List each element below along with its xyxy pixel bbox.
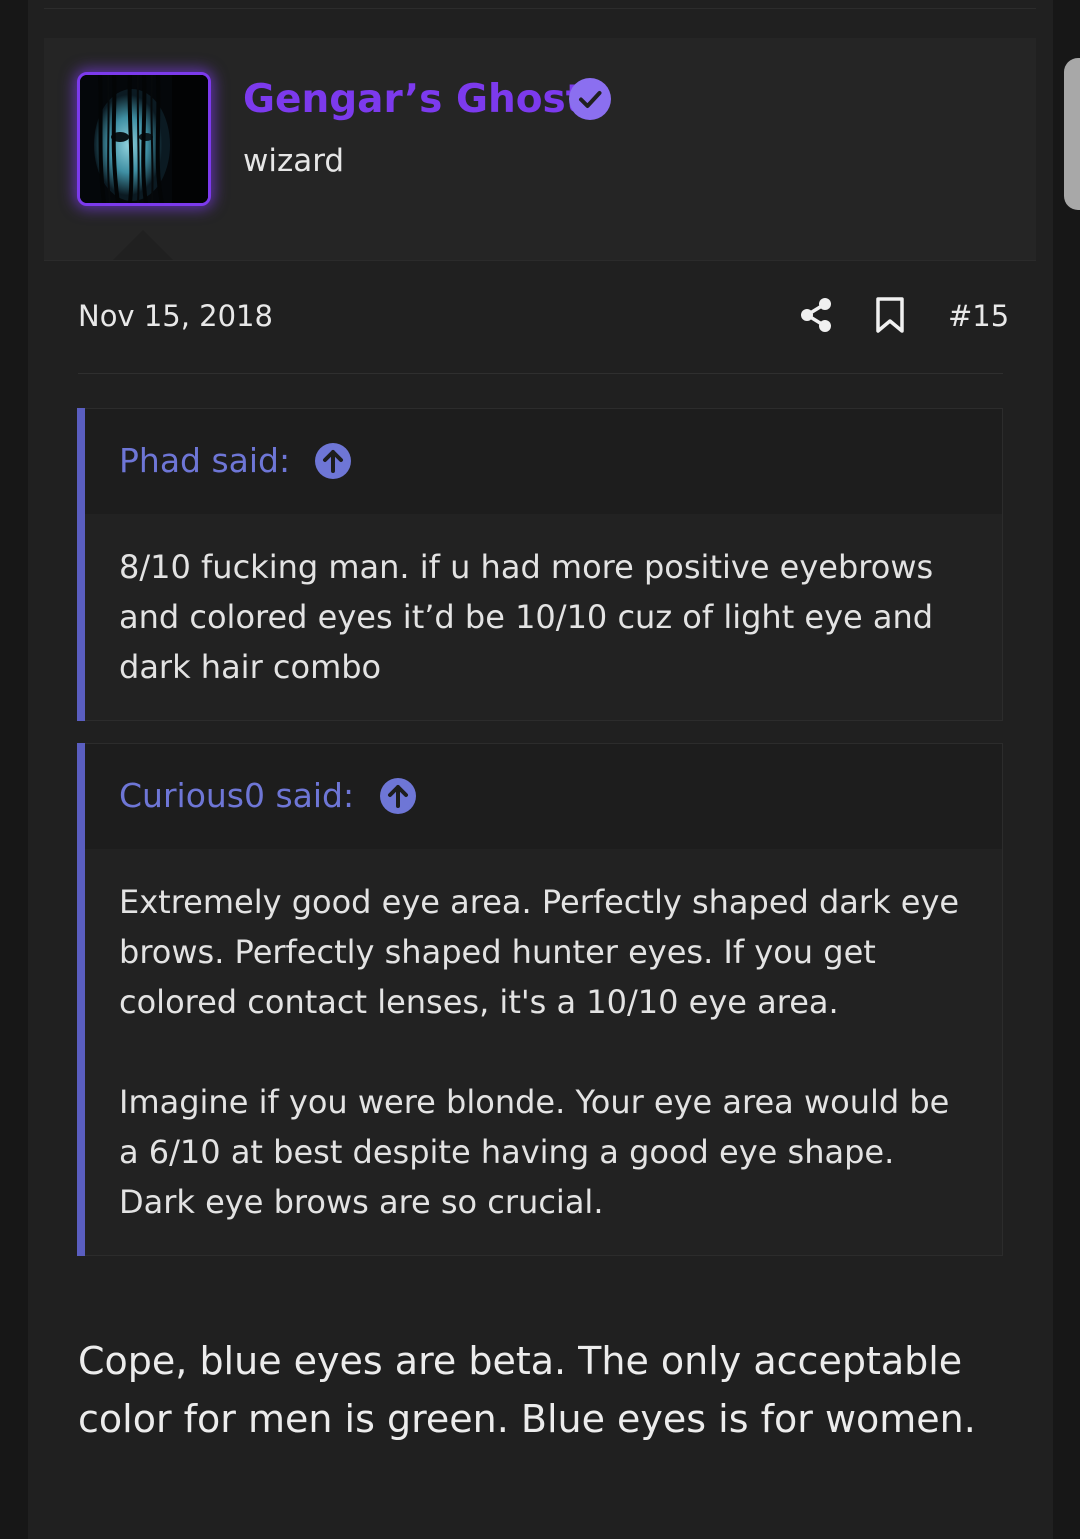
verified-badge-icon [569, 78, 611, 120]
arrow-up-circle-icon[interactable] [380, 778, 416, 814]
quote-author[interactable]: Curious0 said: [119, 772, 354, 820]
quote-content: 8/10 fucking man. if u had more positive… [119, 542, 972, 692]
avatar-image [80, 75, 208, 203]
divider [44, 8, 1036, 9]
share-icon[interactable] [798, 296, 834, 334]
user-header-pointer [113, 230, 173, 260]
page: Gengar’s Ghost wizard Nov 15, 2018 #15 P… [0, 0, 1080, 1539]
quote-block: Curious0 said: Extremely good eye area. … [77, 743, 1003, 1256]
quote-header: Phad said: [85, 409, 1002, 514]
divider [78, 373, 1003, 374]
quote-paragraph: Imagine if you were blonde. Your eye are… [119, 1083, 950, 1221]
quote-author[interactable]: Phad said: [119, 437, 290, 485]
quote-paragraph: Extremely good eye area. Perfectly shape… [119, 883, 960, 1021]
arrow-up-circle-icon[interactable] [315, 443, 351, 479]
scrollbar-handle[interactable] [1064, 58, 1080, 210]
post-date[interactable]: Nov 15, 2018 [78, 296, 273, 336]
post-number[interactable]: #15 [948, 296, 1009, 336]
bookmark-icon[interactable] [872, 296, 908, 334]
avatar[interactable] [77, 72, 211, 206]
quote-bar [77, 743, 85, 1256]
user-title: wizard [243, 143, 345, 179]
quote-header: Curious0 said: [85, 744, 1002, 849]
quote-content: Extremely good eye area. Perfectly shape… [119, 877, 972, 1227]
quote-bar [77, 408, 85, 721]
post-body: Cope, blue eyes are beta. The only accep… [78, 1339, 976, 1441]
quote-paragraph: 8/10 fucking man. if u had more positive… [119, 548, 934, 686]
username[interactable]: Gengar’s Ghost [243, 74, 584, 126]
quote-block: Phad said: 8/10 fucking man. if u had mo… [77, 408, 1003, 721]
